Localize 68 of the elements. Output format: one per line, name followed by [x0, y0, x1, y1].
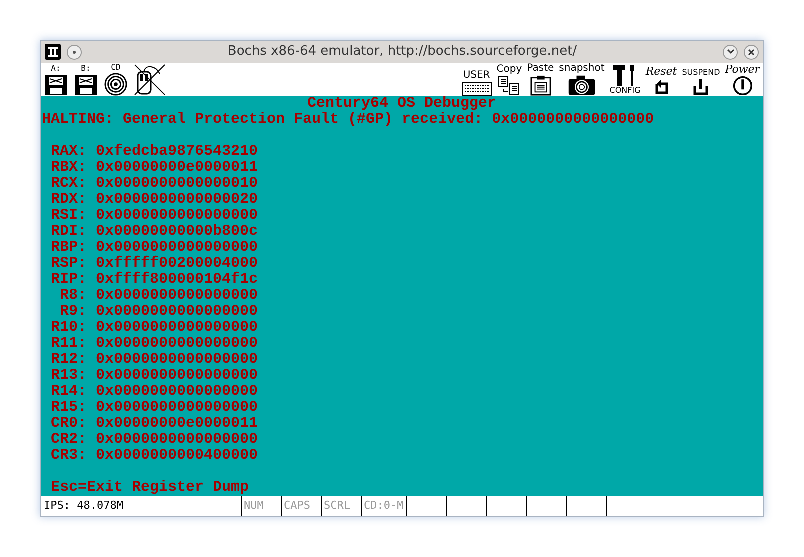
register-name: R9: — [58, 304, 87, 320]
status-indicator: SCRL — [321, 496, 361, 516]
register-name: RSI: — [51, 208, 87, 224]
register-value: 0x0000000000000020 — [96, 192, 258, 208]
minimize-button[interactable] — [723, 44, 738, 60]
register-name: CR2: — [51, 432, 87, 448]
register-value: 0x0000000000400000 — [96, 448, 258, 464]
register-name: RIP: — [51, 272, 87, 288]
register-name: R11: — [51, 336, 87, 352]
disc-icon — [104, 73, 128, 96]
toolbar-button[interactable]: SUSPEND — [681, 64, 722, 96]
register-value: 0x0000000000000000 — [96, 240, 258, 256]
register-value: 0x00000000e0000011 — [96, 416, 258, 432]
chevron-down-icon — [726, 49, 734, 55]
ips-counter: IPS: 48.078M — [43, 498, 124, 514]
toolbar-button[interactable]: snapshot — [558, 64, 606, 96]
toolbar-button[interactable]: B: — [73, 64, 99, 96]
window-menu-button[interactable] — [67, 44, 82, 60]
register-name: RCX: — [51, 176, 87, 192]
debugger-title: Century64 OS Debugger — [306, 96, 498, 112]
close-icon — [748, 48, 755, 56]
register-value: 0x0000000000000000 — [96, 304, 258, 320]
register-name: R14: — [51, 384, 87, 400]
register-value: 0x0000000000000000 — [96, 336, 258, 352]
register-name: CR3: — [51, 448, 87, 464]
register-value: 0xfffff00200004000 — [96, 256, 258, 272]
toolbar-button[interactable]: Reset — [644, 64, 678, 96]
register-value: 0x0000000000000000 — [96, 208, 258, 224]
toolbar-button[interactable]: CONFIG — [608, 64, 642, 96]
toolbar-button[interactable]: Power — [724, 64, 761, 96]
status-indicator: CAPS — [281, 496, 321, 516]
footer-hint: Esc=Exit Register Dump — [50, 480, 250, 496]
close-button[interactable] — [744, 44, 759, 60]
toolbar-button[interactable] — [133, 64, 167, 96]
register-name: RBX: — [51, 160, 87, 176]
register-name: RAX: — [51, 144, 87, 160]
register-name: R15: — [51, 400, 87, 416]
register-name: R8: — [58, 288, 87, 304]
toolbar-button[interactable]: A: — [43, 64, 69, 96]
register-value: 0x00000000e0000011 — [96, 160, 258, 176]
register-name: RDI: — [51, 224, 87, 240]
status-indicator: NUM — [241, 496, 281, 516]
register-value: 0x0000000000000000 — [96, 432, 258, 448]
register-value: 0x0000000000000000 — [96, 320, 258, 336]
fault-message: HALTING: General Protection Fault (#GP) received: 0x0000000000000000 — [41, 112, 656, 128]
toolbar-button[interactable]: CD — [103, 64, 129, 96]
register-name: R13: — [51, 368, 87, 384]
register-value: 0x00000000000b800c — [96, 224, 258, 240]
register-value: 0xfedcba9876543210 — [96, 144, 258, 160]
register-name: R12: — [51, 352, 87, 368]
register-value: 0xffff800000104f1c — [96, 272, 258, 288]
register-value: 0x0000000000000000 — [96, 352, 258, 368]
register-name: RSP: — [51, 256, 87, 272]
register-name: RBP: — [51, 240, 87, 256]
toolbar-button[interactable]: USER — [460, 64, 493, 96]
register-value: 0x0000000000000010 — [96, 176, 258, 192]
register-value: 0x0000000000000000 — [96, 288, 258, 304]
toolbar-button[interactable]: Copy — [496, 64, 524, 96]
register-name: R10: — [51, 320, 87, 336]
register-name: RDX: — [51, 192, 87, 208]
register-value: 0x0000000000000000 — [96, 384, 258, 400]
toolbar-button[interactable]: Paste — [526, 64, 556, 96]
register-value: 0x0000000000000000 — [96, 368, 258, 384]
register-name: CR0: — [51, 416, 87, 432]
window-title: Bochs x86-64 emulator, http://bochs.sourceforge.net/ — [226, 43, 578, 62]
register-value: 0x0000000000000000 — [96, 400, 258, 416]
status-indicator: CD:0-M — [361, 496, 406, 516]
app-logo-icon — [45, 44, 61, 60]
